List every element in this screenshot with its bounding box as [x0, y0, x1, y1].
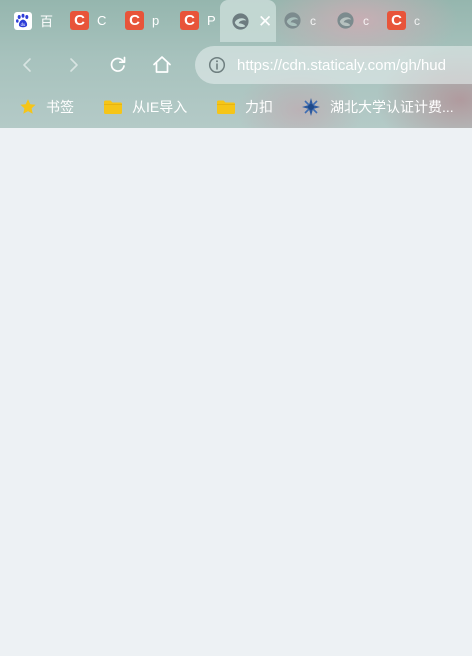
tab-baidu[interactable]: du 百 — [0, 0, 56, 41]
edge-globe-icon — [282, 11, 302, 31]
navigation-toolbar: https://cdn.staticaly.com/gh/hud — [0, 43, 472, 87]
url-text[interactable]: https://cdn.staticaly.com/gh/hud — [237, 57, 446, 74]
browser-chrome: du 百 C C C p C P ✕ c c C c https://cdn.s… — [0, 0, 472, 128]
forward-arrow-icon — [70, 58, 78, 72]
back-button[interactable] — [14, 51, 42, 79]
csdn-icon: C — [70, 11, 89, 30]
star-icon — [20, 99, 36, 114]
tab-title: C — [97, 13, 107, 28]
address-bar[interactable]: https://cdn.staticaly.com/gh/hud — [195, 46, 472, 84]
csdn-icon: C — [125, 11, 144, 30]
tab-title: P — [207, 13, 216, 28]
hubu-logo-icon — [302, 98, 320, 116]
tab-strip: du 百 C C C p C P ✕ c c C c — [0, 0, 472, 42]
tab-title: c — [363, 13, 369, 28]
tab-title: c — [414, 13, 420, 28]
baidu-paw-icon: du — [14, 11, 32, 30]
bookmark-favorites[interactable]: 书签 — [19, 95, 74, 119]
bookmarks-bar: 书签 从IE导入 力扣 湖北大学认证计费... — [0, 88, 472, 126]
tab-csdn-4[interactable]: C c — [385, 0, 435, 41]
page-content-area — [0, 128, 472, 656]
tab-title: c — [310, 13, 316, 28]
close-icon[interactable]: ✕ — [258, 13, 272, 30]
bookmark-label: 力扣 — [245, 99, 273, 115]
back-arrow-icon — [23, 58, 31, 72]
csdn-icon: C — [387, 11, 406, 30]
refresh-button[interactable] — [104, 51, 132, 79]
tab-active[interactable]: ✕ — [220, 0, 276, 42]
bookmark-label: 湖北大学认证计费... — [330, 99, 454, 115]
bookmark-hubu-auth[interactable]: 湖北大学认证计费... — [301, 95, 454, 119]
svg-text:du: du — [21, 22, 26, 27]
folder-icon — [104, 100, 122, 114]
bookmark-folder-leetcode[interactable]: 力扣 — [216, 95, 273, 119]
tab-csdn-1[interactable]: C C — [56, 0, 111, 41]
csdn-icon: C — [180, 11, 199, 30]
edge-globe-icon — [335, 11, 355, 31]
forward-button[interactable] — [59, 51, 87, 79]
tab-edge-1[interactable]: c — [276, 0, 331, 41]
folder-icon — [217, 100, 235, 114]
home-icon — [153, 56, 171, 73]
tab-title: 百 — [40, 14, 54, 29]
refresh-icon — [110, 56, 126, 72]
edge-globe-icon — [230, 11, 250, 31]
bookmark-label: 书签 — [46, 99, 74, 115]
site-info-icon[interactable] — [207, 55, 227, 75]
tab-csdn-3[interactable]: C P — [166, 0, 220, 41]
bookmark-label: 从IE导入 — [132, 99, 188, 115]
bookmark-folder-ie-import[interactable]: 从IE导入 — [103, 95, 187, 119]
tab-title: p — [152, 13, 160, 28]
tab-edge-2[interactable]: c — [331, 0, 385, 41]
tab-csdn-2[interactable]: C p — [111, 0, 166, 41]
home-button[interactable] — [148, 51, 176, 79]
